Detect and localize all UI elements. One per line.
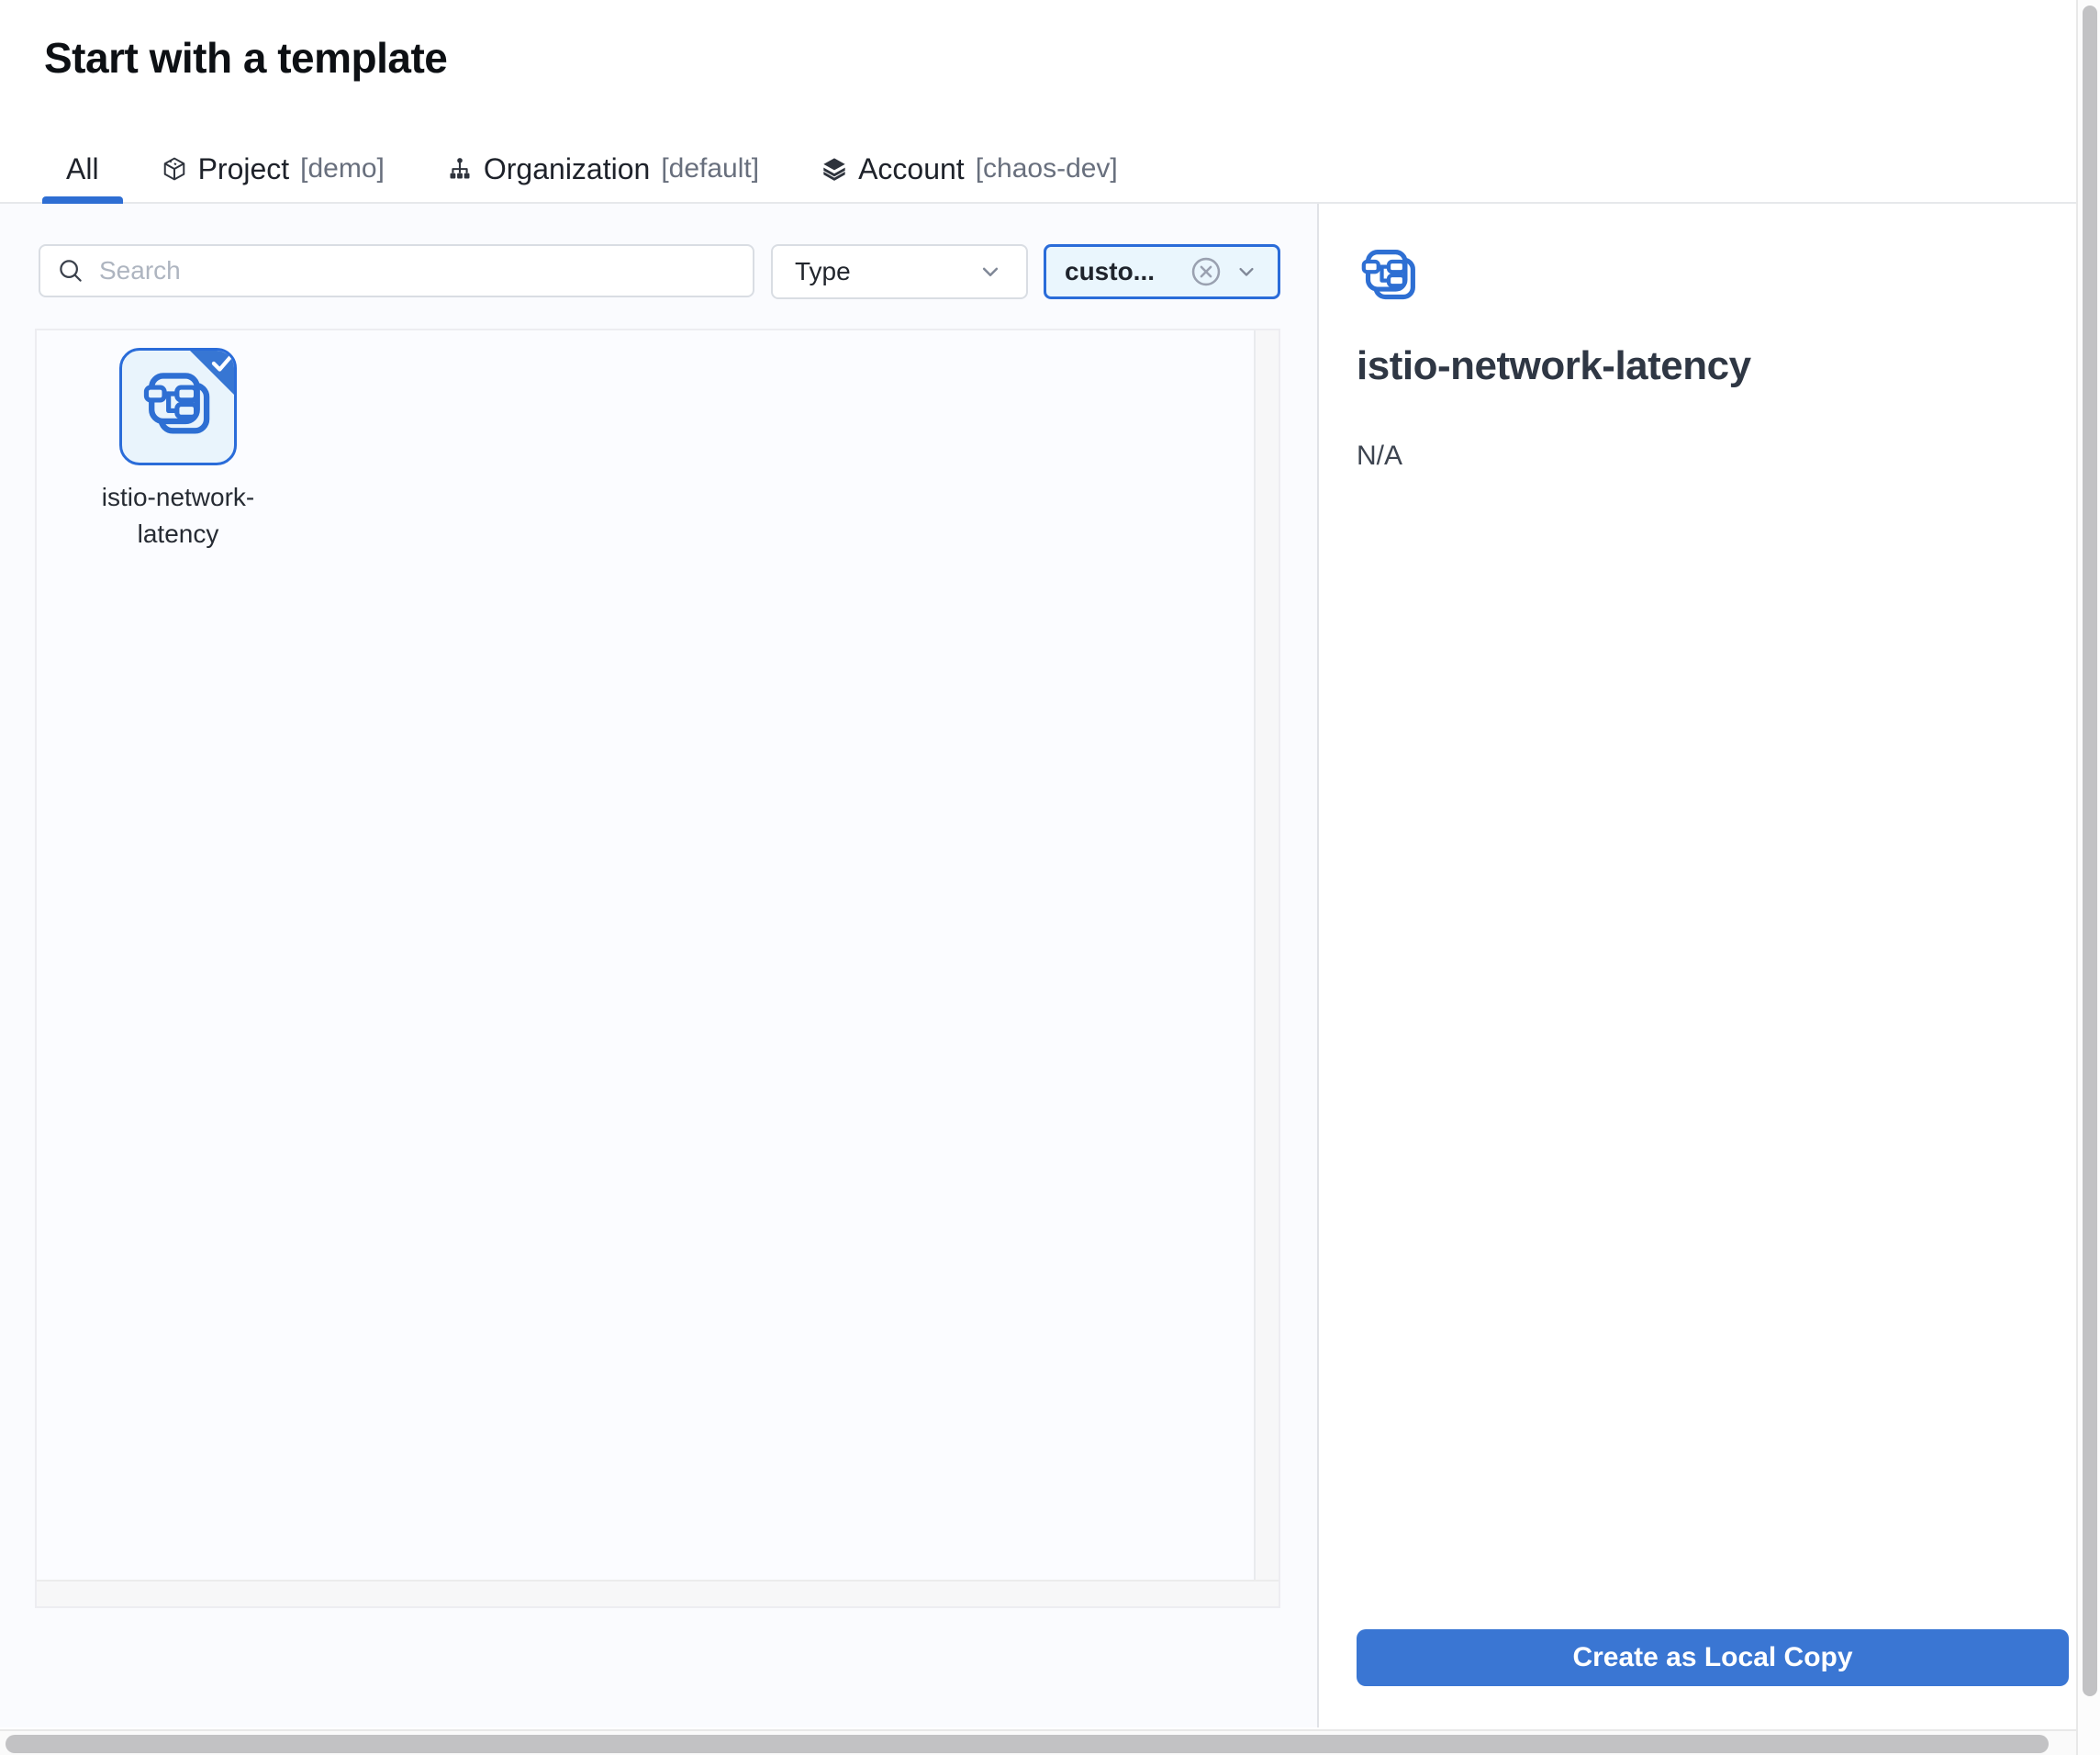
template-card-label: istio-network-latency: [68, 479, 288, 553]
org-chart-icon: [447, 156, 473, 182]
chevron-down-icon: [1234, 259, 1259, 285]
start-with-template-dialog: Start with a template All Project [demo]: [0, 0, 2100, 1755]
template-browser-panel: Type custo...: [0, 204, 1319, 1727]
template-details-panel: istio-network-latency N/A Create as Loca…: [1321, 204, 2100, 1727]
tab-organization-scope: [default]: [661, 153, 759, 184]
template-name: istio-network-latency: [1357, 343, 1751, 389]
grid-horizontal-scrollbar[interactable]: [37, 1580, 1279, 1606]
tab-project[interactable]: Project [demo]: [138, 136, 408, 202]
tab-organization-label: Organization: [484, 152, 650, 186]
tags-filter-select[interactable]: custo...: [1044, 244, 1280, 299]
clear-filter-icon[interactable]: [1190, 255, 1223, 288]
template-card-istio-network-latency[interactable]: [119, 348, 237, 465]
active-tab-underline: [42, 196, 123, 204]
tab-account[interactable]: Account [chaos-dev]: [798, 136, 1142, 202]
type-filter-label: Type: [795, 257, 851, 286]
page-vertical-scrollbar-track: [2076, 0, 2100, 1755]
template-icon: [1361, 248, 1418, 307]
cube-icon: [162, 156, 187, 182]
page-horizontal-scrollbar-thumb[interactable]: [6, 1735, 2049, 1753]
page-title: Start with a template: [44, 33, 447, 83]
layers-icon: [821, 156, 847, 182]
search-box: [39, 244, 754, 297]
tags-filter-value: custo...: [1065, 257, 1155, 286]
create-local-copy-button[interactable]: Create as Local Copy: [1357, 1629, 2069, 1686]
tab-all-label: All: [66, 152, 99, 186]
page-horizontal-scrollbar-track: [0, 1729, 2100, 1755]
page-vertical-scrollbar-thumb[interactable]: [2083, 6, 2097, 1696]
search-icon: [57, 257, 84, 285]
tab-project-label: Project: [198, 152, 290, 186]
tab-account-scope: [chaos-dev]: [976, 153, 1118, 184]
dialog-header: Start with a template All Project [demo]: [0, 0, 2100, 204]
search-input[interactable]: [97, 255, 736, 286]
grid-vertical-scrollbar[interactable]: [1254, 330, 1279, 1583]
template-icon: [143, 372, 213, 442]
tab-all[interactable]: All: [42, 136, 123, 202]
tab-organization[interactable]: Organization [default]: [423, 136, 783, 202]
tab-account-label: Account: [858, 152, 965, 186]
template-description: N/A: [1357, 441, 1402, 472]
scope-tabs: All Project [demo]: [42, 136, 1142, 202]
template-grid: istio-network-latency: [35, 329, 1280, 1608]
chevron-down-icon: [977, 258, 1004, 285]
type-filter-select[interactable]: Type: [771, 244, 1028, 299]
tab-project-scope: [demo]: [300, 153, 385, 184]
